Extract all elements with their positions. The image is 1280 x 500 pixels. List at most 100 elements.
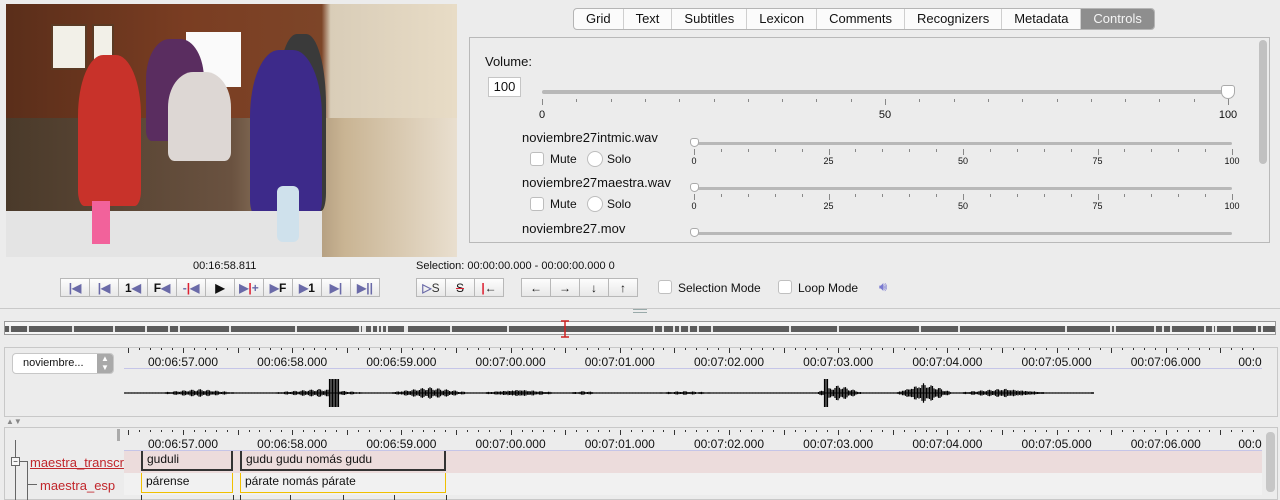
ruler-tick [991,430,993,432]
ruler-tick [980,430,982,432]
ruler-tick [958,348,960,350]
tab-lexicon[interactable]: Lexicon [747,9,818,29]
ruler-tick [543,430,545,432]
ruler-tick [729,430,730,435]
panel-splitter[interactable] [633,309,647,313]
maestra-volume-slider[interactable] [694,187,1232,190]
ruler-tick [456,348,457,353]
ruler-time-label: 00:06:58.000 [257,437,328,451]
tier-collapse-icon[interactable]: − [11,457,20,466]
ruler-tick [576,430,578,432]
mute-checkbox-maestra[interactable] [530,197,544,211]
go-to-end-button[interactable]: ▶|| [350,278,380,297]
previous-scroll-button[interactable]: |◀ [89,278,119,297]
loop-mode-checkbox[interactable] [778,280,792,294]
tier-row-maestra-esp[interactable]: párense párate nomás párate [124,473,1262,495]
master-volume-track[interactable] [542,90,1228,94]
ruler-tick [1133,430,1135,432]
arrow-up-button[interactable]: ↑ [608,278,638,297]
tier-row-maestra-transcr[interactable]: guduli gudu gudu nomás gudu [124,451,1262,473]
media-volume-tick [1070,194,1072,197]
play-button[interactable]: ▶ [205,278,235,297]
clear-selection-button[interactable]: S [445,278,475,297]
arrow-left-button[interactable]: ← [521,278,551,297]
arrow-right-button[interactable]: → [550,278,580,297]
media-volume-tick [747,149,749,152]
ruler-tick [641,348,643,350]
solo-radio-maestra[interactable] [587,196,603,212]
mute-checkbox-intmic[interactable] [530,152,544,166]
ruler-time-label: 00:07:04.000 [912,437,983,451]
ruler-tick [838,348,840,353]
video-person [168,72,232,161]
maestra-volume-thumb[interactable] [690,183,699,192]
tab-text[interactable]: Text [624,9,673,29]
overview-annotation-mark [26,326,29,332]
selection-mode-checkbox[interactable] [658,280,672,294]
solo-radio-intmic[interactable] [587,151,603,167]
ruler-tick [1198,430,1200,432]
next-boundary-button[interactable]: ▶ | + [234,278,264,297]
master-volume-thumb[interactable] [1221,85,1235,99]
tab-metadata[interactable]: Metadata [1002,9,1082,29]
frame-forward-button[interactable]: ▶ F [263,278,293,297]
intmic-volume-thumb[interactable] [690,138,699,147]
mute-label: Mute [550,152,577,166]
tier-label-maestra-esp[interactable]: maestra_esp [40,478,115,493]
tab-controls[interactable]: Controls [1081,9,1154,29]
ruler-time-label: 00:07:02.000 [693,437,765,451]
one-second-back-button[interactable]: 1 ◀ [118,278,148,297]
tab-subtitles[interactable]: Subtitles [672,9,748,29]
video-player[interactable] [6,4,457,257]
selection-begin-button[interactable]: | ← [474,278,504,297]
ruler-time-label: 00:0 [1238,355,1262,369]
ruler-tick [1100,348,1102,350]
ruler-tick [914,348,916,350]
ruler-tick [652,348,654,350]
tab-recognizers[interactable]: Recognizers [905,9,1003,29]
annotation[interactable]: gudu gudu nomás gudu [240,451,446,471]
ruler-tick [237,430,239,435]
media-volume-tick [1070,149,1072,152]
media-volume-tick [1097,149,1099,155]
intmic-volume-slider[interactable] [694,142,1232,145]
play-selection-button[interactable]: ▷ S [416,278,446,297]
speaker-icon[interactable]: 🔊︎ [879,279,887,295]
tier-column-resize-handle[interactable] [117,429,120,441]
ruler-tick [139,430,141,432]
ruler-tick [696,348,698,350]
overview-annotation-mark [1161,326,1164,332]
ruler-tick [1056,430,1058,435]
ruler-tick [608,430,610,432]
annotation[interactable]: párense [141,473,233,493]
ruler-tick [696,430,698,432]
frame-back-button[interactable]: F ◀ [147,278,177,297]
ruler-tick [324,348,326,350]
mov-volume-slider[interactable] [694,232,1232,235]
annotation[interactable]: párate nomás párate [240,473,446,493]
next-scroll-button[interactable]: ▶| [321,278,351,297]
overview-annotation-mark [652,326,655,332]
ruler-tick [925,430,927,432]
volume-value-field[interactable]: 100 [488,77,521,97]
tab-grid[interactable]: Grid [574,9,624,29]
vertical-scrollbar[interactable] [1259,40,1267,164]
annotation-scrollbar[interactable] [1266,432,1275,492]
waveform[interactable] [124,372,1224,414]
media-select[interactable]: noviembre... ▲ ▼ [12,353,114,374]
volume-label: Volume: [485,54,532,69]
tab-comments[interactable]: Comments [817,9,905,29]
ruler-tick [1253,430,1255,432]
select-stepper-icon[interactable]: ▲ ▼ [97,354,113,373]
mov-volume-thumb[interactable] [690,228,699,237]
previous-boundary-button[interactable]: - | ◀ [176,278,206,297]
media-volume-tick [801,194,803,197]
annotation[interactable]: guduli [141,451,233,471]
expand-collapse-icon[interactable]: ▲▼ [6,417,22,426]
arrow-down-button[interactable]: ↓ [579,278,609,297]
ruler-tick [1133,348,1135,350]
one-second-forward-button[interactable]: ▶ 1 [292,278,322,297]
go-to-begin-button[interactable]: |◀ [60,278,90,297]
timeline-overview[interactable] [4,321,1276,335]
tier-label-maestra-transcr[interactable]: maestra_transcr [30,455,124,470]
